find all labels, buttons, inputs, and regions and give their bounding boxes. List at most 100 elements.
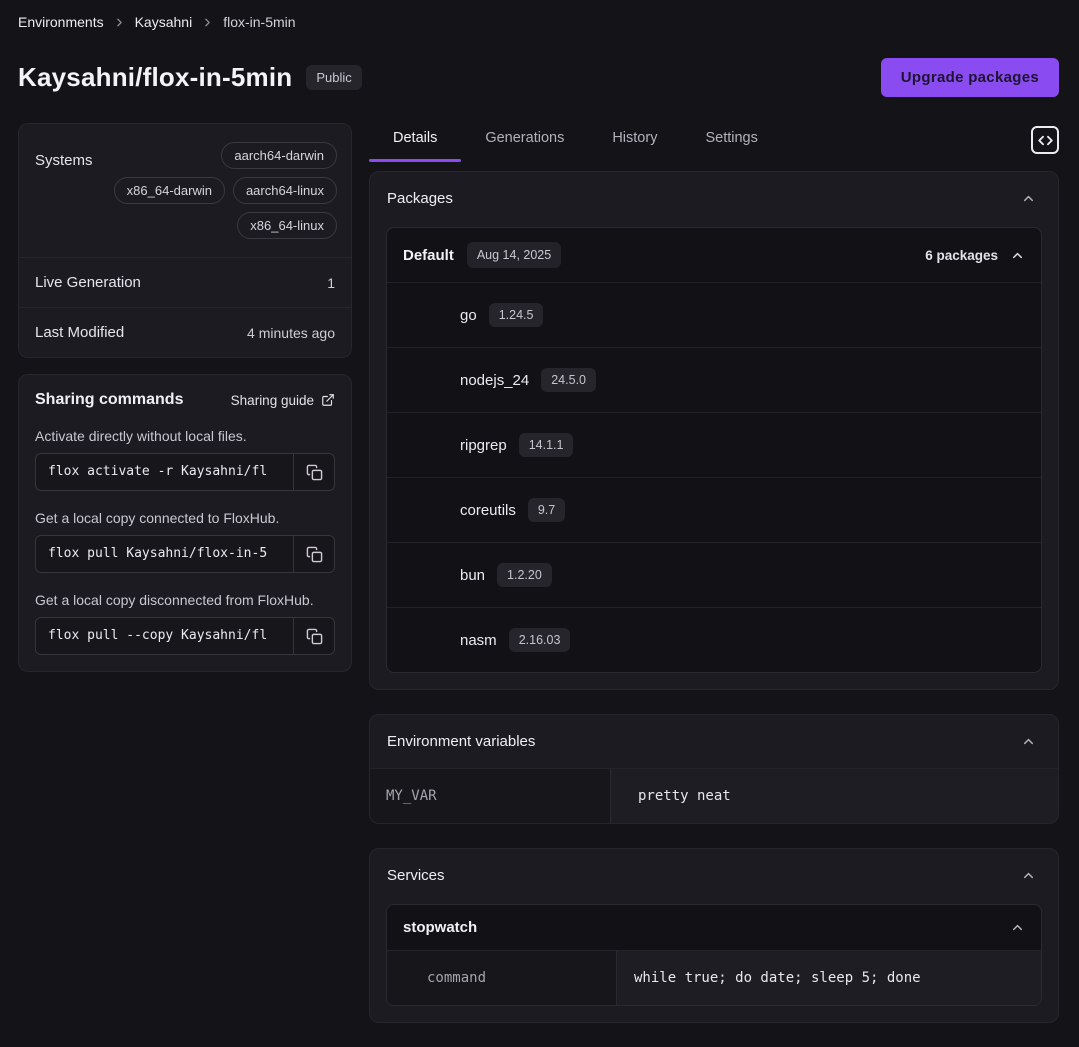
chevron-up-icon[interactable]: [1021, 868, 1036, 883]
floxhub-environment-page: Environments Kaysahni flox-in-5min Kaysa…: [0, 0, 1079, 1047]
sharing-command-box: flox activate -r Kaysahni/fl: [35, 453, 335, 491]
tab-label: Generations: [485, 130, 564, 146]
package-version-badge: 9.7: [528, 498, 565, 522]
copy-button[interactable]: [293, 536, 334, 572]
systems-label: Systems: [35, 142, 93, 169]
sharing-command-box: flox pull --copy Kaysahni/fl: [35, 617, 335, 655]
sharing-command-box: flox pull Kaysahni/flox-in-5: [35, 535, 335, 573]
tab-label: Details: [393, 130, 437, 146]
package-row[interactable]: bun 1.2.20: [387, 542, 1041, 607]
chevron-right-icon: [113, 16, 126, 29]
env-var-name: MY_VAR: [370, 769, 611, 823]
env-var-value: pretty neat: [611, 769, 1058, 823]
service-property-row: command while true; do date; sleep 5; do…: [387, 950, 1041, 1005]
upgrade-packages-button[interactable]: Upgrade packages: [881, 58, 1059, 97]
tab[interactable]: Details: [369, 123, 461, 162]
env-vars-section-header[interactable]: Environment variables: [370, 715, 1058, 768]
chevron-up-icon[interactable]: [1021, 191, 1036, 206]
breadcrumb: Environments Kaysahni flox-in-5min: [18, 14, 1059, 30]
package-version-badge: 14.1.1: [519, 433, 574, 457]
package-version-badge: 1.24.5: [489, 303, 544, 327]
sharing-command-block: Get a local copy disconnected from FloxH…: [35, 592, 335, 655]
package-name: nasm: [460, 632, 497, 649]
package-version-badge: 24.5.0: [541, 368, 596, 392]
package-group-header[interactable]: Default Aug 14, 2025 6 packages: [387, 228, 1041, 282]
chevron-up-icon[interactable]: [1021, 734, 1036, 749]
package-name: nodejs_24: [460, 372, 529, 389]
systems-badges: aarch64-darwin x86_64-darwin aarch64-lin…: [105, 142, 337, 239]
tab[interactable]: History: [588, 123, 681, 162]
service-name: stopwatch: [403, 919, 477, 936]
package-group-card: Default Aug 14, 2025 6 packages go: [386, 227, 1042, 673]
last-modified-value: 4 minutes ago: [247, 325, 335, 341]
sharing-command-label: Get a local copy disconnected from FloxH…: [35, 592, 335, 608]
code-view-button[interactable]: [1031, 126, 1059, 154]
packages-section: Packages Default Aug 14, 2025 6 packages: [369, 171, 1059, 690]
sharing-command-code[interactable]: flox pull --copy Kaysahni/fl: [36, 618, 293, 654]
env-var-row: MY_VAR pretty neat: [370, 768, 1058, 823]
sharing-commands-title: Sharing commands: [35, 391, 183, 409]
sharing-command-code[interactable]: flox activate -r Kaysahni/fl: [36, 454, 293, 490]
packages-section-header[interactable]: Packages: [370, 172, 1058, 225]
package-row[interactable]: coreutils 9.7: [387, 477, 1041, 542]
sidebar: Systems aarch64-darwin x86_64-darwin aar…: [18, 123, 352, 672]
live-generation-label: Live Generation: [35, 274, 141, 291]
copy-icon: [306, 546, 323, 563]
sharing-command-code[interactable]: flox pull Kaysahni/flox-in-5: [36, 536, 293, 572]
tab-label: History: [612, 130, 657, 146]
sharing-command-block: Get a local copy connected to FloxHub. f…: [35, 510, 335, 573]
page-header: Kaysahni/flox-in-5min Public Upgrade pac…: [18, 58, 1059, 97]
service-card: stopwatch command while true; do date; s…: [386, 904, 1042, 1006]
chevron-up-icon[interactable]: [1010, 248, 1025, 263]
package-name: bun: [460, 567, 485, 584]
package-count: 6 packages: [925, 248, 998, 263]
copy-icon: [306, 628, 323, 645]
tabs-row: Details Generations History Settings: [369, 123, 1059, 162]
sharing-guide-label: Sharing guide: [231, 393, 314, 408]
package-version-badge: 1.2.20: [497, 563, 552, 587]
live-generation-value: 1: [327, 275, 335, 291]
system-badge: x86_64-linux: [237, 212, 337, 239]
tab[interactable]: Settings: [681, 123, 781, 162]
code-brackets-icon: [1038, 133, 1053, 148]
services-section-header[interactable]: Services: [370, 849, 1058, 902]
external-link-icon: [321, 393, 335, 407]
live-generation-row: Live Generation 1: [19, 257, 351, 307]
package-name: coreutils: [460, 502, 516, 519]
copy-icon: [306, 464, 323, 481]
sharing-command-block: Activate directly without local files. f…: [35, 428, 335, 491]
packages-title: Packages: [387, 190, 453, 207]
breadcrumb-environments[interactable]: Environments: [18, 14, 104, 30]
sharing-command-label: Get a local copy connected to FloxHub.: [35, 510, 335, 526]
last-modified-label: Last Modified: [35, 324, 124, 341]
service-header[interactable]: stopwatch: [387, 905, 1041, 950]
copy-button[interactable]: [293, 454, 334, 490]
package-name: ripgrep: [460, 437, 507, 454]
tab[interactable]: Generations: [461, 123, 588, 162]
package-version-badge: 2.16.03: [509, 628, 571, 652]
package-group-date-badge: Aug 14, 2025: [467, 242, 561, 268]
sharing-guide-link[interactable]: Sharing guide: [231, 393, 335, 408]
env-vars-section: Environment variables MY_VAR pretty neat: [369, 714, 1059, 824]
system-badge: aarch64-darwin: [221, 142, 337, 169]
environment-info-card: Systems aarch64-darwin x86_64-darwin aar…: [18, 123, 352, 358]
systems-row: Systems aarch64-darwin x86_64-darwin aar…: [19, 124, 351, 257]
breadcrumb-owner[interactable]: Kaysahni: [135, 14, 193, 30]
package-row[interactable]: nasm 2.16.03: [387, 607, 1041, 672]
last-modified-row: Last Modified 4 minutes ago: [19, 307, 351, 357]
system-badge: x86_64-darwin: [114, 177, 225, 204]
main-panel: Details Generations History Settings: [369, 123, 1059, 1047]
copy-button[interactable]: [293, 618, 334, 654]
chevron-up-icon[interactable]: [1010, 920, 1025, 935]
service-property-key: command: [387, 951, 617, 1005]
env-vars-title: Environment variables: [387, 733, 535, 750]
tabs: Details Generations History Settings: [369, 123, 782, 162]
page-title: Kaysahni/flox-in-5min: [18, 62, 292, 93]
services-title: Services: [387, 867, 445, 884]
package-row[interactable]: nodejs_24 24.5.0: [387, 347, 1041, 412]
system-badge: aarch64-linux: [233, 177, 337, 204]
visibility-badge: Public: [306, 65, 361, 90]
package-row[interactable]: go 1.24.5: [387, 282, 1041, 347]
package-row[interactable]: ripgrep 14.1.1: [387, 412, 1041, 477]
tab-label: Settings: [705, 130, 757, 146]
